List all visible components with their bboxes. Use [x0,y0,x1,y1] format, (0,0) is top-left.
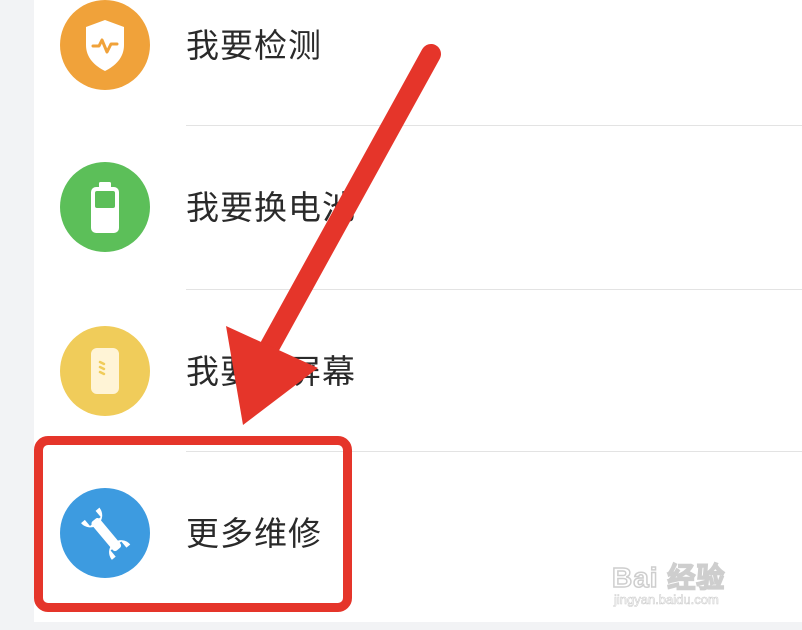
watermark-url: jingyan.baidu.com [614,592,719,608]
menu-item-label: 我要检测 [186,26,322,65]
menu-item-screen[interactable]: 我要换屏幕 [34,290,802,452]
menu-item-detect[interactable]: 我要检测 [34,0,802,126]
menu-item-battery[interactable]: 我要换电池 [34,126,802,288]
battery-icon [60,162,150,252]
menu-item-label: 我要换屏幕 [186,352,356,391]
phone-screen-icon [60,326,150,416]
baidu-jingyan-watermark: Bai 经验 jingyan.baidu.com [611,548,772,618]
menu-item-label: 我要换电池 [186,188,356,227]
shield-pulse-icon [60,0,150,90]
annotation-highlight-box [34,436,352,612]
watermark-logo: Bai 经验 [611,561,726,594]
